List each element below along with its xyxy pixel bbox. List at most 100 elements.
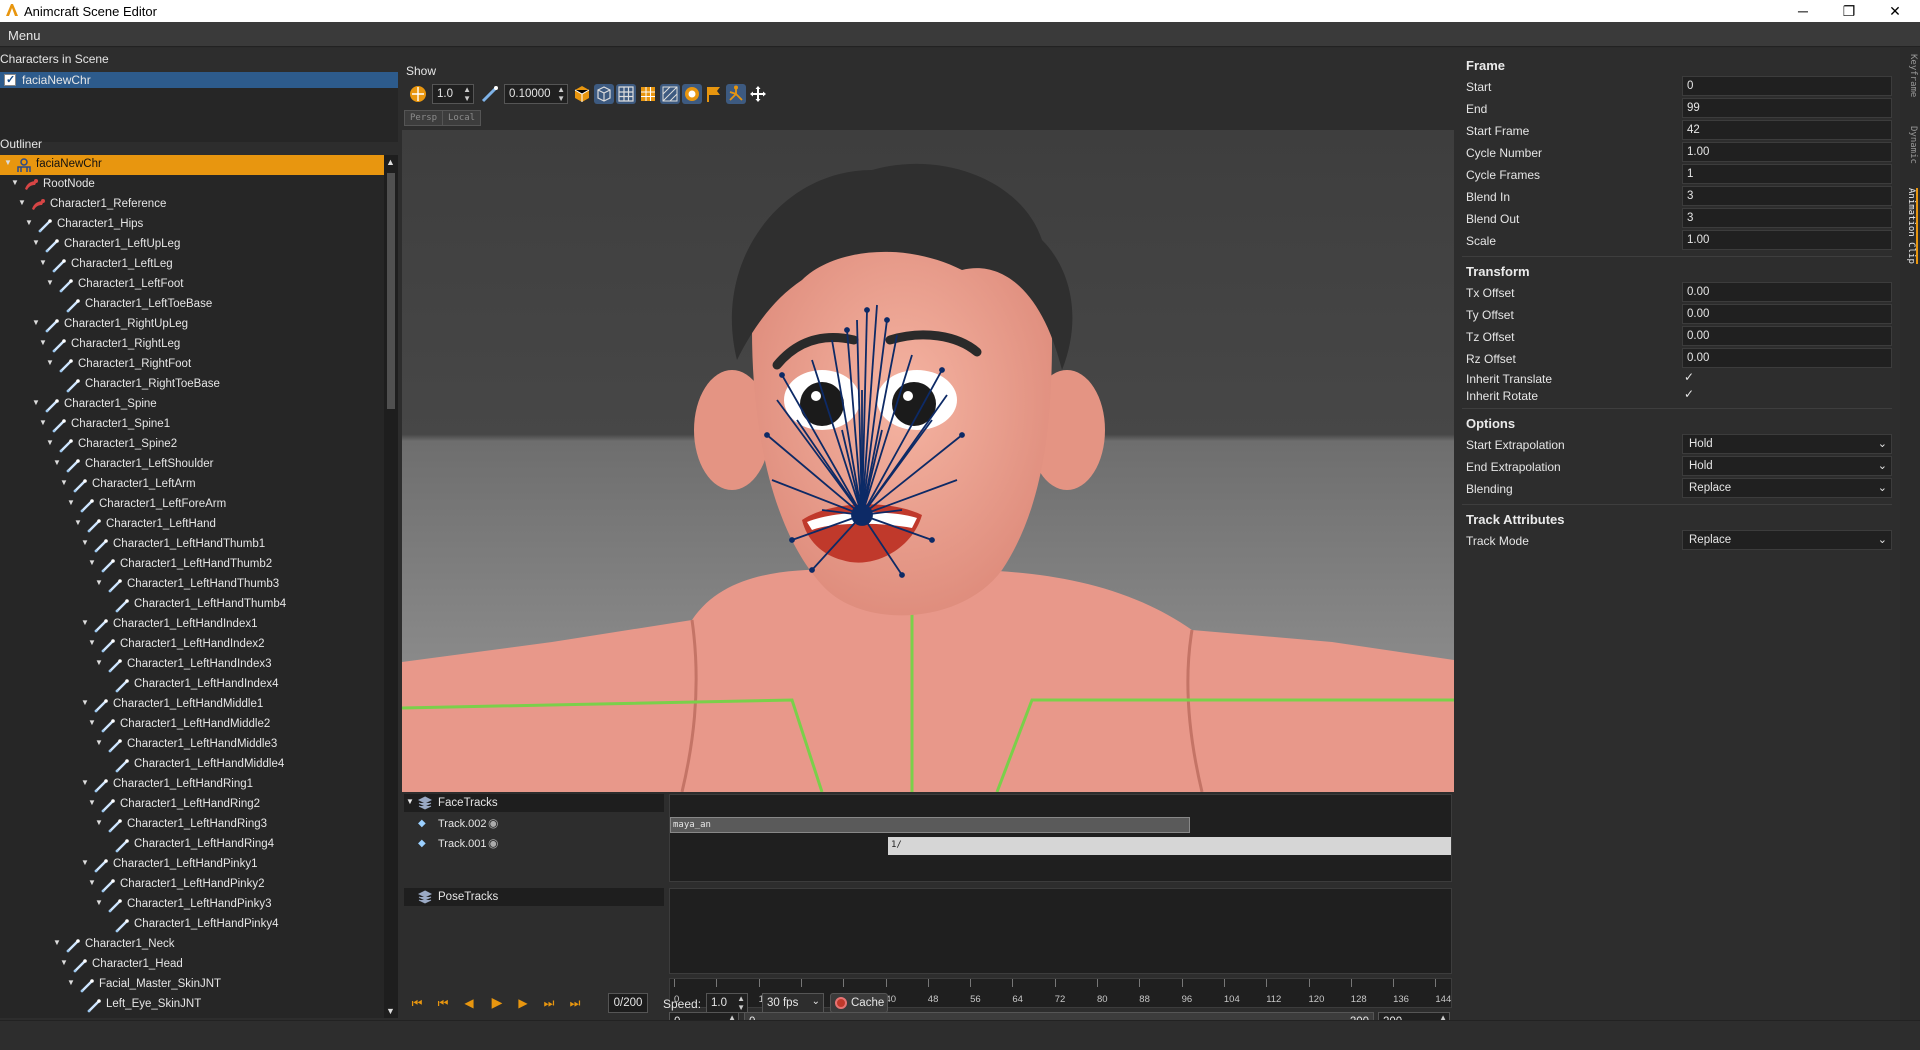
prev-key-icon[interactable]: ⏮ — [434, 996, 452, 1010]
fps-select[interactable]: 30 fps ⌄ — [762, 993, 824, 1013]
start-input[interactable]: 0 — [1682, 76, 1892, 96]
expand-toggle-icon[interactable]: ▼ — [88, 558, 96, 567]
expand-toggle-icon[interactable]: ▼ — [46, 438, 54, 447]
outliner-item[interactable]: Character1_LeftHandThumb4 — [0, 595, 384, 615]
animation-clip[interactable]: maya_an — [670, 817, 1190, 833]
expand-toggle-icon[interactable]: ▼ — [81, 618, 89, 627]
outliner-item[interactable]: ▼ Character1_LeftHand — [0, 515, 384, 535]
track-row[interactable]: ◆ Track.002 ◉ — [404, 814, 664, 834]
expand-toggle-icon[interactable]: ▼ — [81, 538, 89, 547]
track-mode-select[interactable]: Replace ⌄ — [1682, 530, 1892, 550]
close-button[interactable]: ✕ — [1872, 0, 1918, 22]
outliner-item[interactable]: Character1_LeftHandMiddle4 — [0, 755, 384, 775]
expand-toggle-icon[interactable]: ▼ — [11, 178, 19, 187]
expand-toggle-icon[interactable]: ▼ — [67, 978, 75, 987]
cache-button[interactable]: Cache — [830, 993, 888, 1013]
pose-tracks-header[interactable]: PoseTracks — [404, 888, 664, 906]
expand-toggle-icon[interactable]: ▼ — [32, 238, 40, 247]
outliner-item[interactable]: ▼ Character1_LeftHandRing1 — [0, 775, 384, 795]
outliner-item[interactable]: ▼ Character1_Head — [0, 955, 384, 975]
outliner-item[interactable]: ▼ Character1_Spine — [0, 395, 384, 415]
step-spinbox[interactable]: 0.10000 ▲ ▼ — [504, 84, 568, 104]
expand-icon[interactable]: ▼ — [406, 797, 414, 806]
expand-toggle-icon[interactable]: ▼ — [95, 738, 103, 747]
cube-icon[interactable] — [572, 84, 592, 104]
animation-clip-tab[interactable]: Animation Clip — [1902, 188, 1918, 264]
expand-toggle-icon[interactable]: ▼ — [88, 878, 96, 887]
outliner-item[interactable]: ▼ Character1_LeftHandPinky3 — [0, 895, 384, 915]
outliner-item[interactable]: ▼ Facial_Master_SkinJNT — [0, 975, 384, 995]
step-back-icon[interactable]: ◀ — [460, 996, 478, 1010]
outliner-item[interactable]: ▼ Character1_Spine1 — [0, 415, 384, 435]
expand-toggle-icon[interactable]: ▼ — [88, 638, 96, 647]
play-icon[interactable]: ▶ — [488, 994, 506, 1010]
expand-toggle-icon[interactable]: ▼ — [39, 338, 47, 347]
cycle-frames-input[interactable]: 1 — [1682, 164, 1892, 184]
menu-button[interactable]: Menu — [8, 28, 41, 43]
inherit-translate-checkbox[interactable]: ✓ — [1684, 370, 1694, 384]
outliner-item[interactable]: ▼ Character1_LeftHandThumb3 — [0, 575, 384, 595]
expand-toggle-icon[interactable]: ▼ — [95, 818, 103, 827]
outliner-item[interactable]: ▼ Character1_LeftShoulder — [0, 455, 384, 475]
expand-toggle-icon[interactable]: ▼ — [39, 418, 47, 427]
outliner-item[interactable]: ▼ Character1_Spine2 — [0, 435, 384, 455]
expand-toggle-icon[interactable]: ▼ — [95, 578, 103, 587]
outliner-item[interactable]: ▼ Character1_LeftHandThumb1 — [0, 535, 384, 555]
outliner-item[interactable]: ▼ Character1_Hips — [0, 215, 384, 235]
end-extrapolation-select[interactable]: Hold ⌄ — [1682, 456, 1892, 476]
outliner-item[interactable]: ▼ Character1_LeftHandIndex3 — [0, 655, 384, 675]
maximize-button[interactable]: ❐ — [1826, 0, 1872, 22]
outliner-item[interactable]: ▼ Character1_LeftHandMiddle1 — [0, 695, 384, 715]
outliner-item[interactable]: Character1_LeftToeBase — [0, 295, 384, 315]
rz-offset-input[interactable]: 0.00 — [1682, 348, 1892, 368]
local-button[interactable]: Local — [442, 110, 482, 126]
outliner-item[interactable]: ▼ Character1_RightLeg — [0, 335, 384, 355]
expand-toggle-icon[interactable]: ▼ — [39, 258, 47, 267]
first-frame-icon[interactable]: ⏮ — [408, 996, 426, 1010]
expand-toggle-icon[interactable]: ▼ — [32, 398, 40, 407]
outliner-item[interactable]: ▼ Character1_LeftHandMiddle3 — [0, 735, 384, 755]
orange-grid-icon[interactable] — [638, 84, 658, 104]
outliner-item[interactable]: ▼ Character1_LeftHandPinky1 — [0, 855, 384, 875]
expand-toggle-icon[interactable]: ▼ — [25, 218, 33, 227]
outliner-item[interactable]: ▼ Character1_LeftUpLeg — [0, 235, 384, 255]
eye-icon[interactable]: ◉ — [488, 816, 498, 830]
bone-tool-icon[interactable] — [480, 84, 500, 104]
expand-toggle-icon[interactable]: ▼ — [53, 938, 61, 947]
face-tracks-header[interactable]: ▼ FaceTracks — [404, 794, 664, 812]
outliner-item[interactable]: ▼ RootNode — [0, 175, 384, 195]
step-forward-icon[interactable]: ▶ — [514, 996, 532, 1010]
tx-offset-input[interactable]: 0.00 — [1682, 282, 1892, 302]
end-input[interactable]: 99 — [1682, 98, 1892, 118]
outliner-item[interactable]: ▼ Character1_LeftHandRing3 — [0, 815, 384, 835]
outliner-scrollbar[interactable]: ▲ ▼ — [384, 155, 398, 1018]
outliner-item[interactable]: ▼ Character1_LeftArm — [0, 475, 384, 495]
last-frame-icon[interactable]: ⏭ — [566, 996, 584, 1010]
outliner-item[interactable]: ▼ Character1_Reference — [0, 195, 384, 215]
expand-toggle-icon[interactable]: ▼ — [53, 458, 61, 467]
scale-spinbox[interactable]: 1.0 ▲ ▼ — [432, 84, 474, 104]
expand-toggle-icon[interactable]: ▼ — [46, 278, 54, 287]
outliner-item[interactable]: ▼ Character1_RightUpLeg — [0, 315, 384, 335]
inherit-rotate-checkbox[interactable]: ✓ — [1684, 387, 1694, 401]
scroll-down-icon[interactable]: ▼ — [386, 1006, 395, 1016]
start-frame-input[interactable]: 42 — [1682, 120, 1892, 140]
expand-toggle-icon[interactable]: ▼ — [81, 858, 89, 867]
blend-in-input[interactable]: 3 — [1682, 186, 1892, 206]
outliner-item[interactable]: Left_Eye_SkinJNT — [0, 995, 384, 1015]
outliner-item[interactable]: Character1_LeftHandIndex4 — [0, 675, 384, 695]
light-icon[interactable] — [682, 84, 702, 104]
outliner-item[interactable]: ▼ Character1_LeftHandPinky2 — [0, 875, 384, 895]
expand-toggle-icon[interactable]: ▼ — [18, 198, 26, 207]
expand-toggle-icon[interactable]: ▼ — [32, 318, 40, 327]
expand-toggle-icon[interactable]: ▼ — [46, 358, 54, 367]
next-key-icon[interactable]: ⏭ — [540, 996, 558, 1010]
expand-toggle-icon[interactable]: ▼ — [60, 958, 68, 967]
3d-viewport[interactable] — [402, 130, 1454, 792]
scrollbar-thumb[interactable] — [387, 173, 395, 409]
outliner-item[interactable]: ▼ Character1_LeftHandMiddle2 — [0, 715, 384, 735]
ty-offset-input[interactable]: 0.00 — [1682, 304, 1892, 324]
outliner-item[interactable]: ▼ Character1_Neck — [0, 935, 384, 955]
outliner-item[interactable]: ▼ Character1_LeftHandThumb2 — [0, 555, 384, 575]
skeleton-icon[interactable] — [726, 84, 746, 104]
